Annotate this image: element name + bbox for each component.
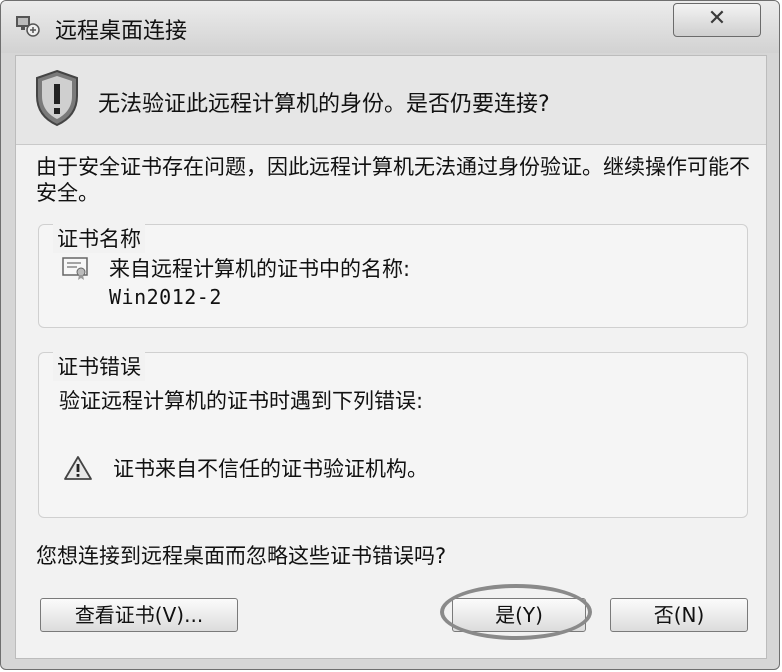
dialog-content: 无法验证此远程计算机的身份。是否仍要连接? 由于安全证书存在问题，因此远程计算机… <box>15 55 767 659</box>
close-button[interactable]: ✕ <box>673 3 761 37</box>
window-title: 远程桌面连接 <box>55 19 188 44</box>
cert-name-label: 来自远程计算机的证书中的名称: <box>109 257 411 281</box>
title-bar[interactable]: 远程桌面连接 ✕ <box>1 1 779 53</box>
group-title-cert-error: 证书错误 <box>53 351 145 381</box>
error-intro-text: 验证远程计算机的证书时遇到下列错误: <box>59 389 424 413</box>
certificate-name-group: 证书名称 来自远程计算机的证书中的名称: Win2012-2 <box>38 223 748 328</box>
certificate-icon <box>62 257 88 280</box>
cert-name-value: Win2012-2 <box>109 285 222 309</box>
close-icon: ✕ <box>707 6 727 31</box>
rdp-certificate-dialog: 远程桌面连接 ✕ 无法验证此远程计算机的身份。是否仍要连接? 由于安全证书存在问… <box>0 0 780 670</box>
warning-triangle-icon <box>64 456 92 480</box>
no-button[interactable]: 否(N) <box>610 598 748 632</box>
remote-desktop-icon <box>16 16 40 37</box>
view-certificate-button[interactable]: 查看证书(V)... <box>40 598 238 632</box>
group-title-cert-name: 证书名称 <box>53 223 145 253</box>
header-message: 无法验证此远程计算机的身份。是否仍要连接? <box>98 92 550 117</box>
description-text: 由于安全证书存在问题，因此远程计算机无法通过身份验证。继续操作可能不安全。 <box>36 155 750 205</box>
yes-button[interactable]: 是(Y) <box>452 598 586 632</box>
warning-shield-icon <box>36 69 78 127</box>
certificate-error-group: 证书错误 验证远程计算机的证书时遇到下列错误: 证书来自不信任的证书验证机构。 <box>38 351 748 518</box>
header-band: 无法验证此远程计算机的身份。是否仍要连接? <box>16 56 766 145</box>
confirm-question: 您想连接到远程桌面而忽略这些证书错误吗? <box>36 544 447 568</box>
error-item-text: 证书来自不信任的证书验证机构。 <box>113 457 428 481</box>
